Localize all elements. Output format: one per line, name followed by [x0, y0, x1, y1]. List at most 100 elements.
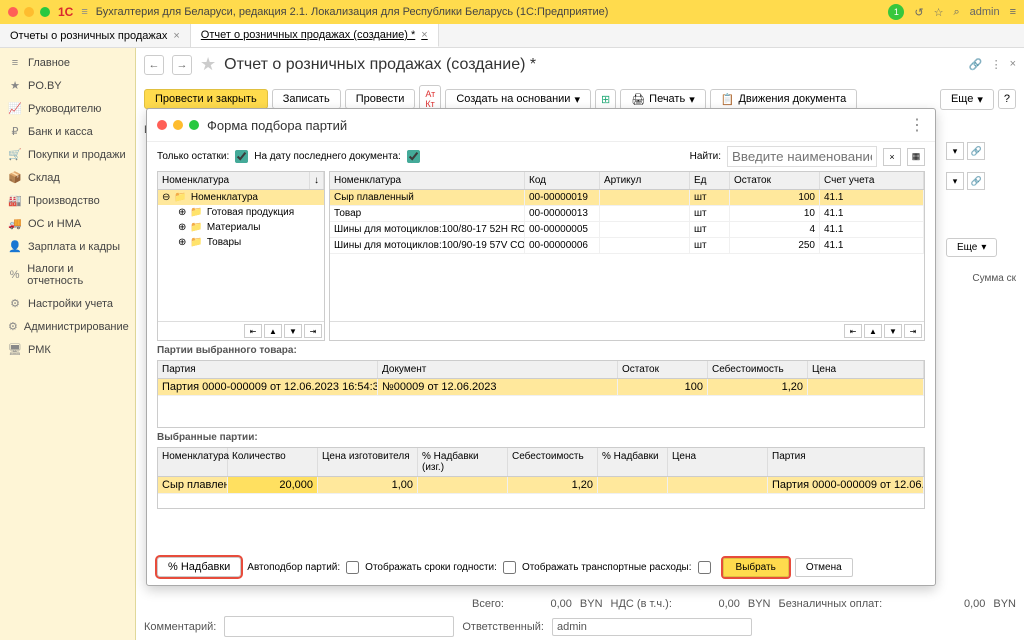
sidebar-item-manager[interactable]: 📈Руководителю: [0, 97, 135, 120]
help-button[interactable]: ?: [998, 89, 1016, 109]
search-input[interactable]: [727, 146, 877, 167]
markup-button[interactable]: % Надбавки: [157, 557, 241, 577]
close-icon[interactable]: ×: [173, 30, 179, 42]
close-icon[interactable]: ×: [421, 29, 427, 41]
transport-checkbox[interactable]: [698, 561, 711, 574]
sidebar-item-assets[interactable]: 🚚ОС и НМА: [0, 212, 135, 235]
modal-menu-icon[interactable]: ⋮: [909, 115, 925, 135]
col-stock[interactable]: Остаток: [730, 172, 820, 189]
col-unit[interactable]: Ед: [690, 172, 730, 189]
only-stock-checkbox[interactable]: [235, 150, 248, 163]
item-row[interactable]: Шины для мотоциклов:100/80-17 52H ROADRI…: [330, 222, 924, 238]
col-account[interactable]: Счет учета: [820, 172, 924, 189]
only-stock-label: Только остатки:: [157, 151, 229, 162]
nav-button[interactable]: ▾: [946, 172, 964, 190]
tree-item[interactable]: ⊕📁Материалы: [158, 220, 324, 235]
vat-value: 0,00: [680, 598, 740, 610]
search-icon[interactable]: ⌕: [953, 6, 959, 19]
more-button[interactable]: Еще ▾: [940, 89, 994, 110]
clear-search-button[interactable]: ×: [883, 148, 901, 166]
nav-back-button[interactable]: ←: [144, 55, 164, 75]
cancel-button[interactable]: Отмена: [795, 558, 853, 577]
hamburger-icon[interactable]: ≡: [81, 6, 87, 18]
down-button[interactable]: ▼: [284, 324, 302, 338]
close-icon[interactable]: ×: [1010, 58, 1016, 71]
favorite-icon[interactable]: ☆: [934, 6, 944, 19]
sidebar-item-sales[interactable]: 🛒Покупки и продажи: [0, 143, 135, 166]
movements-button[interactable]: 📋 Движения документа: [710, 89, 858, 110]
expiry-checkbox[interactable]: [503, 561, 516, 574]
sidebar-item-poby[interactable]: ★PO.BY: [0, 74, 135, 97]
notification-badge[interactable]: 1: [888, 4, 904, 20]
down-button[interactable]: ▼: [884, 324, 902, 338]
sidebar-item-taxes[interactable]: %Налоги и отчетность: [0, 258, 135, 292]
col-article[interactable]: Артикул: [600, 172, 690, 189]
modal-title: Форма подбора партий: [207, 118, 347, 133]
last-button[interactable]: ⇥: [304, 324, 322, 338]
total-value: 0,00: [512, 598, 572, 610]
item-row[interactable]: Шины для мотоциклов:100/90-19 57V COBRA …: [330, 238, 924, 254]
tree-item[interactable]: ⊕📁Готовая продукция: [158, 205, 324, 220]
sidebar-item-admin[interactable]: ⚙Администрирование: [0, 315, 135, 338]
content-area: ← → ★ Отчет о розничных продажах (создан…: [136, 48, 1024, 640]
sidebar-item-main[interactable]: ≡Главное: [0, 52, 135, 74]
first-button[interactable]: ⇤: [244, 324, 262, 338]
tab-report-create[interactable]: Отчет о розничных продажах (создание) *×: [191, 24, 439, 47]
item-row[interactable]: Товар00-00000013шт1041.1: [330, 206, 924, 222]
sidebar-item-salary[interactable]: 👤Зарплата и кадры: [0, 235, 135, 258]
last-button[interactable]: ⇥: [904, 324, 922, 338]
box-icon: 📦: [8, 171, 22, 184]
col-code[interactable]: Код: [525, 172, 600, 189]
favorite-star-icon[interactable]: ★: [200, 54, 216, 75]
nomenclature-tree-panel: Номенклатура↓ ⊖📁Номенклатура ⊕📁Готовая п…: [157, 171, 325, 341]
gear-icon: ⚙: [8, 320, 18, 333]
nav-forward-button[interactable]: →: [172, 55, 192, 75]
folder-icon: 📁: [190, 237, 202, 248]
sidebar-item-production[interactable]: 🏭Производство: [0, 189, 135, 212]
chart-icon: 📈: [8, 102, 22, 115]
user-label[interactable]: admin: [970, 6, 1000, 18]
tree-item[interactable]: ⊕📁Товары: [158, 235, 324, 250]
more-button[interactable]: Еще ▾: [946, 238, 997, 257]
print-button[interactable]: 🖨 Печать ▾: [620, 89, 706, 110]
sidebar-item-warehouse[interactable]: 📦Склад: [0, 166, 135, 189]
history-icon[interactable]: ↺: [914, 6, 923, 19]
item-row[interactable]: Сыр плавленный00-00000019шт10041.1: [330, 190, 924, 206]
window-traffic-lights[interactable]: [8, 7, 50, 17]
vat-label: НДС (в т.ч.):: [611, 598, 672, 610]
factory-icon: 🏭: [8, 194, 22, 207]
post-and-close-button[interactable]: Провести и закрыть: [144, 89, 268, 109]
create-based-button[interactable]: Создать на основании ▾: [445, 89, 591, 110]
up-button[interactable]: ▲: [864, 324, 882, 338]
responsible-input[interactable]: admin: [552, 618, 752, 636]
link-button[interactable]: 🔗: [967, 172, 985, 190]
nav-button[interactable]: ▾: [946, 142, 964, 160]
monitor-icon: 🖥: [8, 343, 22, 356]
link-button[interactable]: 🔗: [967, 142, 985, 160]
batch-row[interactable]: Партия 0000-000009 от 12.06.2023 16:54:3…: [158, 379, 924, 396]
chosen-grid: Номенклатура Количество Цена изготовител…: [157, 447, 925, 509]
sidebar-item-settings[interactable]: ⚙Настройки учета: [0, 292, 135, 315]
more-icon[interactable]: ⋮: [991, 58, 1002, 71]
write-button[interactable]: Записать: [272, 89, 341, 109]
post-button[interactable]: Провести: [345, 89, 416, 109]
sidebar-item-bank[interactable]: ₽Банк и касса: [0, 120, 135, 143]
up-button[interactable]: ▲: [264, 324, 282, 338]
select-button[interactable]: Выбрать: [723, 558, 789, 577]
autopick-checkbox[interactable]: [346, 561, 359, 574]
menu-icon[interactable]: ≡: [1010, 6, 1016, 18]
tab-reports-list[interactable]: Отчеты о розничных продажах×: [0, 24, 191, 47]
chosen-row[interactable]: Сыр плавленн... 20,000 1,00 1,20 Партия …: [158, 477, 924, 494]
sidebar-item-rmk[interactable]: 🖥РМК: [0, 338, 135, 361]
barcode-button[interactable]: ▦: [907, 148, 925, 166]
last-doc-checkbox[interactable]: [407, 150, 420, 163]
link-icon[interactable]: 🔗: [969, 58, 983, 71]
tree-item-root[interactable]: ⊖📁Номенклатура: [158, 190, 324, 205]
first-button[interactable]: ⇤: [844, 324, 862, 338]
excel-button[interactable]: ⊞: [595, 89, 616, 110]
col-name[interactable]: Номенклатура: [330, 172, 525, 189]
cashless-value: 0,00: [925, 598, 985, 610]
cart-icon: 🛒: [8, 148, 22, 161]
comment-input[interactable]: [224, 616, 454, 637]
nav-sidebar: ≡Главное ★PO.BY 📈Руководителю ₽Банк и ка…: [0, 48, 136, 640]
